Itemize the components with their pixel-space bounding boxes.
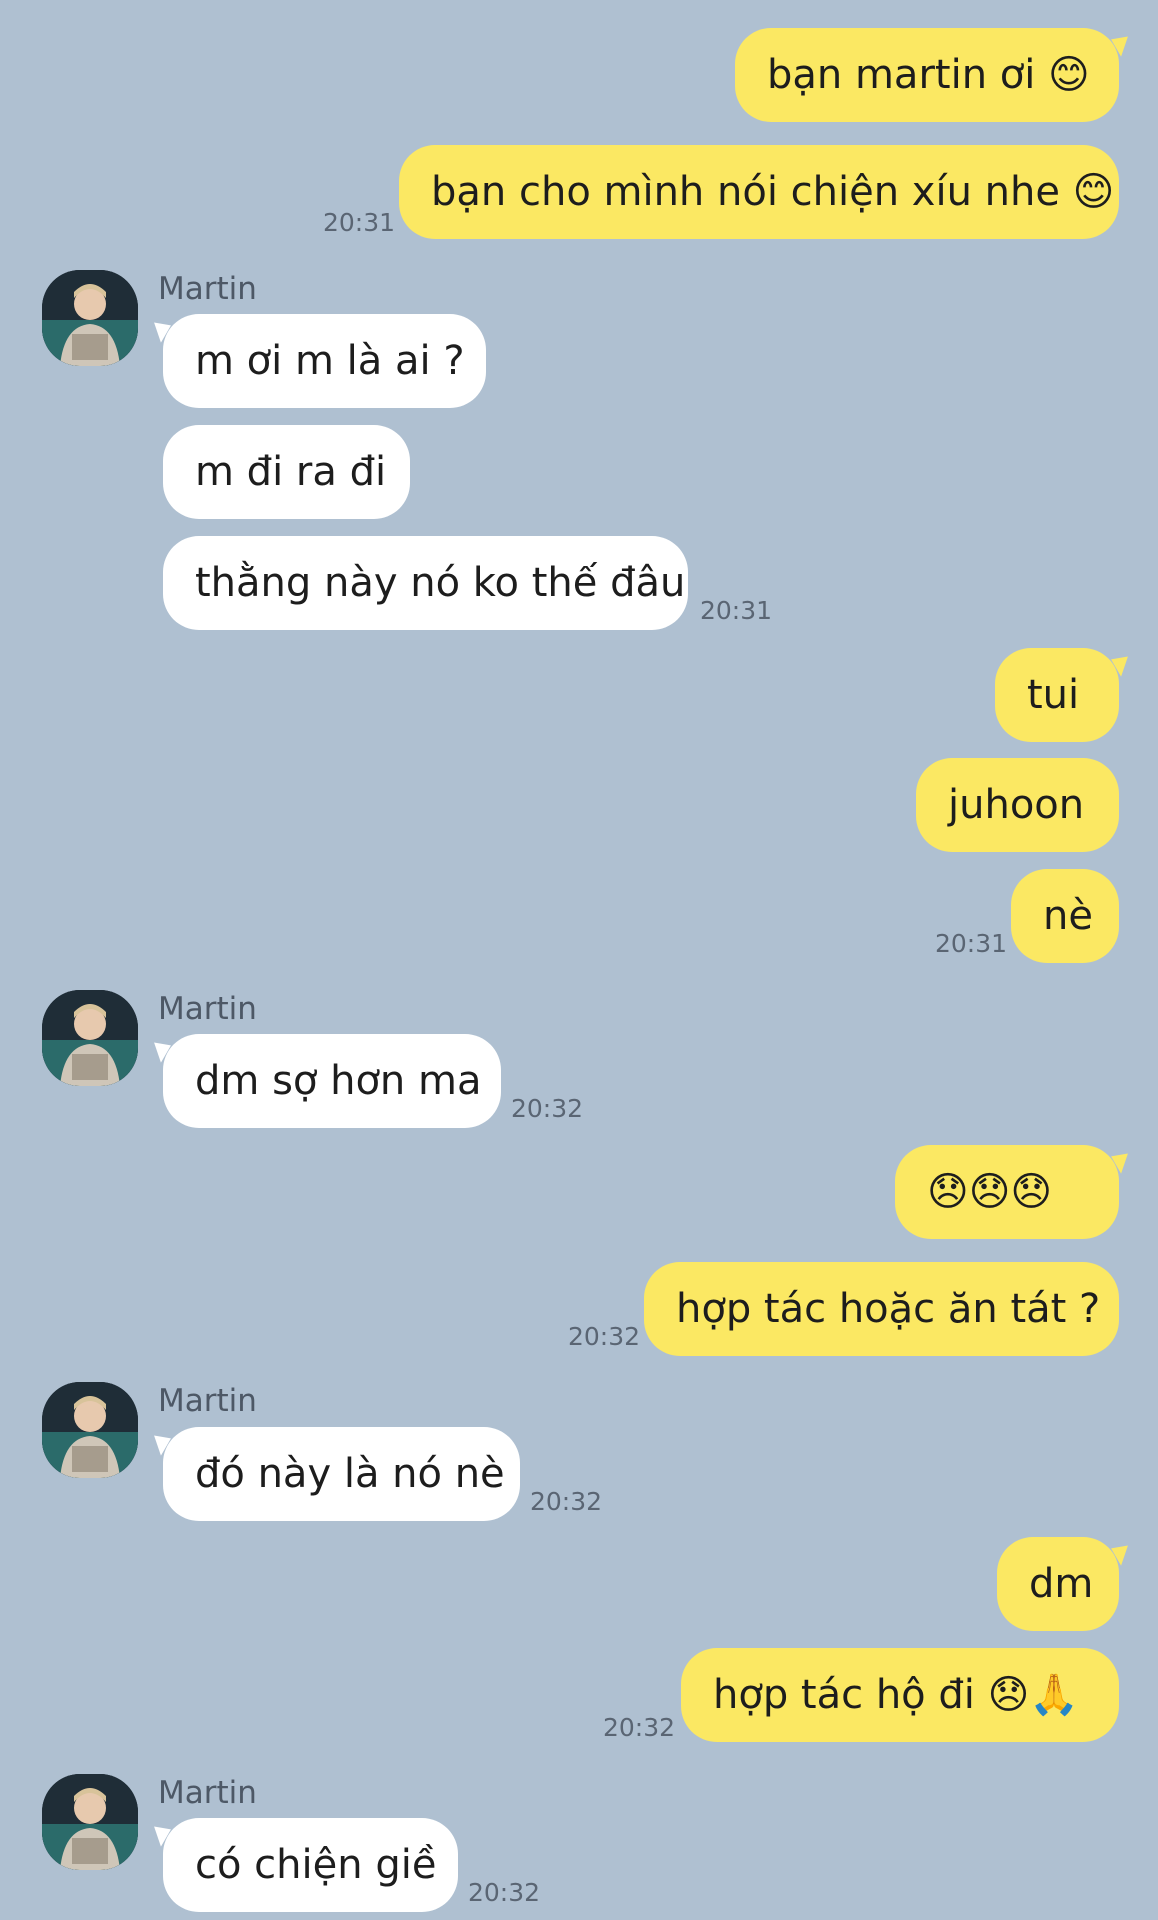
message-bubble-incoming[interactable]: thằng này nó ko thế đâu: [163, 536, 688, 630]
message-bubble-incoming[interactable]: m ơi m là ai ?: [163, 314, 486, 408]
sender-name: Martin: [158, 1383, 257, 1419]
message-bubble-incoming[interactable]: đó này là nó nè: [163, 1427, 520, 1521]
message-timestamp: 20:32: [568, 1322, 641, 1351]
avatar-photo-icon: [42, 1774, 138, 1870]
message-bubble-outgoing[interactable]: 😞😞😞: [895, 1145, 1119, 1239]
message-bubble-outgoing[interactable]: hợp tác hoặc ăn tát ?: [644, 1262, 1119, 1356]
avatar-photo-icon: [42, 990, 138, 1086]
message-timestamp: 20:32: [603, 1713, 676, 1742]
contact-avatar[interactable]: [42, 990, 138, 1086]
message-bubble-outgoing[interactable]: juhoon: [916, 758, 1119, 852]
message-bubble-outgoing[interactable]: dm: [997, 1537, 1119, 1631]
message-bubble-outgoing[interactable]: tui: [995, 648, 1119, 742]
message-timestamp: 20:32: [530, 1487, 603, 1516]
message-timestamp: 20:32: [468, 1878, 541, 1907]
message-timestamp: 20:31: [700, 596, 773, 625]
message-bubble-incoming[interactable]: có chiện giề: [163, 1818, 458, 1912]
message-bubble-outgoing[interactable]: nè: [1011, 869, 1119, 963]
message-timestamp: 20:32: [511, 1094, 584, 1123]
message-bubble-outgoing[interactable]: bạn martin ơi 😊: [735, 28, 1119, 122]
contact-avatar[interactable]: [42, 1774, 138, 1870]
avatar-photo-icon: [42, 270, 138, 366]
message-bubble-outgoing[interactable]: bạn cho mình nói chiện xíu nhe 😊: [399, 145, 1119, 239]
message-timestamp: 20:31: [323, 208, 396, 237]
message-bubble-outgoing[interactable]: hợp tác hộ đi 😞🙏: [681, 1648, 1119, 1742]
contact-avatar[interactable]: [42, 270, 138, 366]
contact-avatar[interactable]: [42, 1382, 138, 1478]
avatar-photo-icon: [42, 1382, 138, 1478]
sender-name: Martin: [158, 991, 257, 1027]
sender-name: Martin: [158, 1775, 257, 1811]
message-bubble-incoming[interactable]: dm sợ hơn ma: [163, 1034, 501, 1128]
sender-name: Martin: [158, 271, 257, 307]
message-bubble-incoming[interactable]: m đi ra đi: [163, 425, 410, 519]
message-timestamp: 20:31: [935, 929, 1008, 958]
